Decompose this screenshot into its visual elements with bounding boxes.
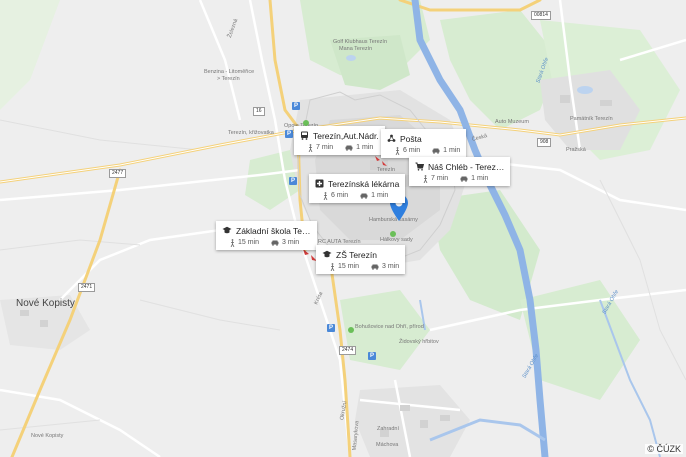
walk-time: 15 min: [338, 263, 360, 270]
street-label: Pražská: [566, 147, 586, 153]
poi-card-title: Základní škola Te…: [236, 225, 311, 236]
park-icon: [390, 231, 396, 237]
map-base-layer: [0, 0, 686, 457]
car-icon: [371, 264, 379, 270]
drive-time: 1 min: [471, 175, 489, 182]
map-canvas[interactable]: P P P P P P 16 2477 2471 2474 908 00814 …: [0, 0, 686, 457]
parking-icon[interactable]: P: [368, 352, 376, 360]
drive-time: 1 min: [443, 147, 461, 154]
parking-icon[interactable]: P: [285, 130, 293, 138]
place-label: Nové Kopisty: [31, 433, 64, 439]
poi-card-bakery[interactable]: Náš Chléb - Terez… 7 min 1 min: [409, 157, 511, 186]
place-label: Židovský hřbitov: [399, 339, 439, 345]
drive-time: 1 min: [356, 144, 374, 151]
road-shield: 908: [537, 138, 552, 147]
bus-icon: [301, 131, 308, 140]
walk-icon: [308, 143, 313, 152]
drive-time: 1 min: [371, 192, 389, 199]
street-label: Máchova: [376, 442, 399, 448]
school-icon: [222, 226, 232, 234]
road-shield: 16: [253, 107, 265, 116]
walk-icon: [230, 238, 235, 247]
walk-time: 6 min: [403, 147, 421, 154]
place-label: Terezín, křižovatka: [228, 130, 274, 136]
poi-card-title: ZŠ Terezín: [336, 249, 377, 260]
place-label: Benzina - Litoměřice: [204, 69, 255, 75]
poi-card-school[interactable]: Základní škola Te… 15 min 3 min: [216, 221, 317, 250]
car-icon: [432, 148, 440, 154]
walk-time: 7 min: [431, 175, 449, 182]
poi-card-bus-station[interactable]: Terezín,Aut.Nádr. 7 min 1 min: [294, 126, 385, 155]
shop-icon: [415, 162, 424, 171]
road-shield: 2477: [109, 169, 127, 178]
place-label: > Terezín: [217, 76, 240, 82]
drive-time: 3 min: [282, 239, 300, 246]
poi-card-school-zs[interactable]: ZŠ Terezín 15 min 3 min: [316, 245, 406, 274]
place-label: Bohušovice nad Ohří, přírod: [355, 324, 424, 330]
poi-card-title: Terezín,Aut.Nádr.: [313, 130, 379, 141]
street-label: Zahradní: [377, 426, 400, 432]
town-label: Nové Kopisty: [16, 298, 75, 309]
drive-time: 3 min: [382, 263, 400, 270]
place-label: Golf Klubhaus Terezín: [333, 39, 388, 45]
car-icon: [460, 176, 468, 182]
road-shield: 2471: [78, 283, 96, 292]
walk-icon: [395, 146, 400, 155]
walk-icon: [330, 262, 335, 271]
park-icon: [348, 327, 354, 333]
place-label: Památník Terezín: [570, 116, 613, 122]
pharmacy-icon: [315, 179, 324, 188]
school-icon: [322, 250, 332, 258]
walk-time: 15 min: [238, 239, 260, 246]
parking-icon[interactable]: P: [327, 324, 335, 332]
parking-icon[interactable]: P: [292, 102, 300, 110]
walk-icon: [323, 191, 328, 200]
parking-icon[interactable]: P: [289, 177, 297, 185]
poi-card-title: Pošta: [400, 133, 422, 144]
poi-card-title: Náš Chléb - Terez…: [428, 161, 505, 172]
walk-time: 6 min: [331, 192, 349, 199]
poi-card-pharmacy[interactable]: Terezínská lékárna 6 min 1 min: [309, 174, 406, 203]
walk-icon: [423, 174, 428, 183]
poi-card-title: Terezínská lékárna: [328, 178, 400, 189]
car-icon: [271, 240, 279, 246]
walk-time: 7 min: [316, 144, 334, 151]
town-label: Terezín: [377, 167, 396, 173]
place-label: Mana Terezín: [339, 46, 373, 52]
map-attribution[interactable]: © ČÚZK: [645, 444, 683, 454]
road-shield: 00814: [531, 11, 551, 20]
car-icon: [345, 145, 353, 151]
place-label: Hálkovy sady: [380, 237, 413, 243]
poi-card-post-office[interactable]: Pošta 6 min 1 min: [381, 129, 467, 158]
post-office-icon: [387, 134, 396, 142]
car-icon: [360, 193, 368, 199]
place-label: Auto Muzeum: [495, 119, 529, 125]
road-shield: 2474: [339, 346, 357, 355]
